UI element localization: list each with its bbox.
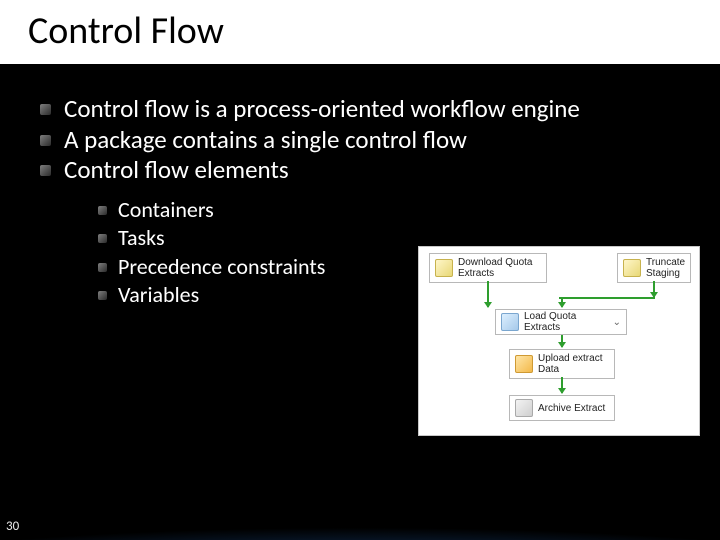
footer-decoration — [0, 496, 720, 540]
foreach-container-icon — [501, 313, 519, 331]
node-label: Upload extract Data — [538, 353, 609, 375]
filesystem-task-icon — [515, 399, 533, 417]
bullet-text: Control flow elements — [64, 154, 289, 185]
precedence-arrow — [561, 297, 563, 307]
diagram-node-download: Download Quota Extracts — [429, 253, 547, 283]
diagram-node-loop: Load Quota Extracts ⌄ — [495, 309, 627, 335]
workflow-diagram: Download Quota Extracts Truncate Staging… — [418, 246, 700, 436]
node-label: Download Quota Extracts — [458, 257, 541, 279]
precedence-arrow — [561, 335, 563, 347]
node-label: Truncate Staging — [646, 257, 685, 279]
node-label: Load Quota Extracts — [524, 311, 608, 333]
title-bar: Control Flow — [0, 0, 720, 64]
precedence-arrow — [561, 377, 563, 393]
bullet-item: Control flow is a process-oriented workf… — [36, 94, 692, 125]
precedence-arrow — [559, 297, 655, 299]
diagram-node-upload: Upload extract Data — [509, 349, 615, 379]
diagram-node-truncate: Truncate Staging — [617, 253, 691, 283]
sub-bullet-item: Containers — [94, 196, 692, 225]
precedence-arrow — [653, 281, 655, 297]
bullet-item: A package contains a single control flow — [36, 125, 692, 156]
dataflow-task-icon — [515, 355, 533, 373]
diagram-node-archive: Archive Extract — [509, 395, 615, 421]
precedence-arrow — [487, 281, 489, 307]
script-task-icon — [435, 259, 453, 277]
sql-task-icon — [623, 259, 641, 277]
slide-title: Control Flow — [28, 8, 692, 54]
slide-number: 30 — [6, 519, 19, 534]
node-label: Archive Extract — [538, 403, 605, 414]
chevron-collapse-icon: ⌄ — [613, 317, 621, 328]
